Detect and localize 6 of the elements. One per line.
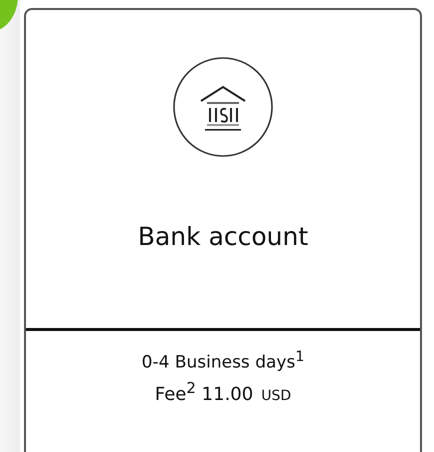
currency-code: USD xyxy=(261,388,292,404)
fee-amount: Fee$^{2}$ 11.00 xyxy=(154,378,254,405)
payment-option-card[interactable]: Bank account 0-4 Business days$^{1}$ Fee$^{2}$ 11.00 USD xyxy=(24,8,422,452)
option-title: Bank account xyxy=(138,222,308,251)
bank-icon xyxy=(172,56,274,158)
delivery-time: 0-4 Business days$^{1}$ xyxy=(142,349,304,373)
